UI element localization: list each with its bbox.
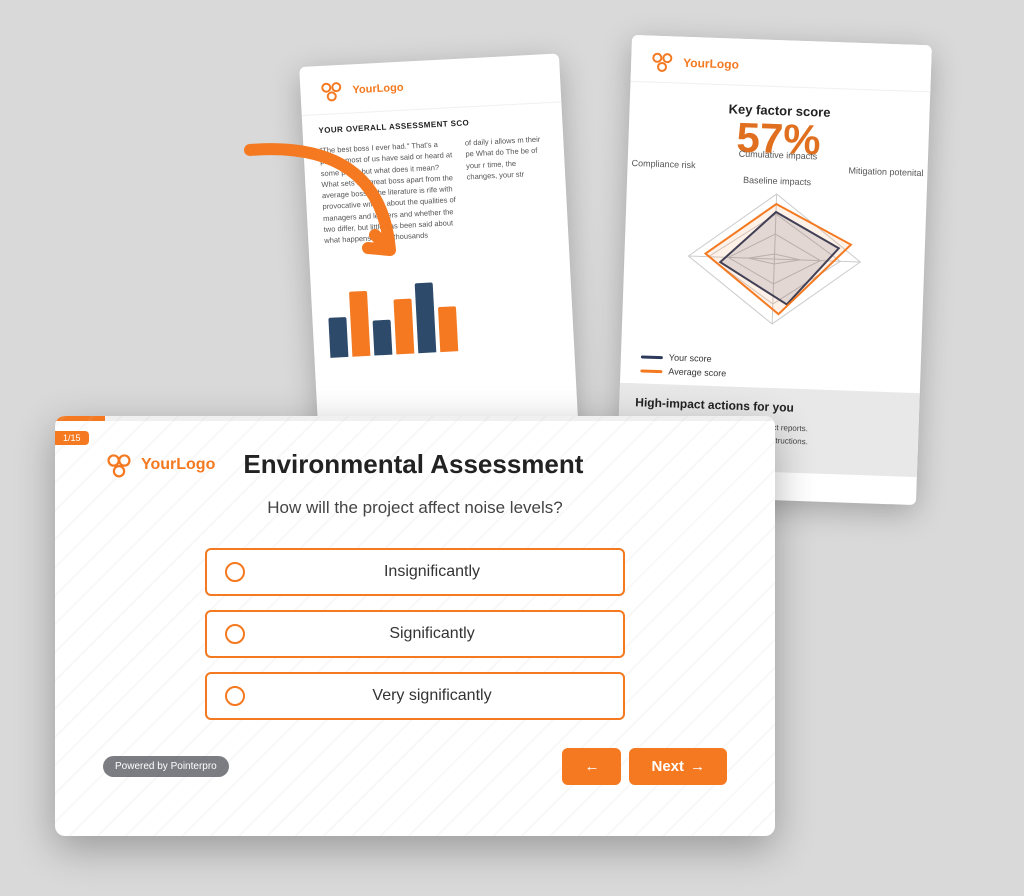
logo-mark: YourLogo (103, 451, 215, 479)
right-card-logo-text: YourLogo (683, 56, 739, 72)
next-button[interactable]: Next → (629, 748, 727, 785)
legend-avg-score-line (640, 369, 662, 373)
option-3-label: Very significantly (259, 687, 605, 705)
scene: YourLogo YOUR OVERALL ASSESSMENT SCO "Th… (0, 0, 1024, 896)
option-3[interactable]: Very significantly (205, 672, 625, 720)
chart-bar (393, 299, 414, 355)
quiz-logo-text: YourLogo (141, 456, 215, 474)
next-button-arrow: → (690, 758, 705, 775)
option-3-radio (225, 686, 245, 706)
left-card-logo-text: YourLogo (352, 82, 404, 97)
quiz-title: Environmental Assessment (243, 449, 583, 480)
option-2[interactable]: Significantly (205, 610, 625, 658)
chart-bar (415, 283, 437, 354)
option-2-label: Significantly (259, 625, 605, 643)
legend-avg-score-label: Average score (668, 366, 726, 378)
quiz-card: 1/15 YourLogo Environmental Assessment (55, 416, 775, 836)
radar-label-left: Compliance risk (631, 158, 695, 170)
chart-bar (438, 306, 458, 352)
option-1-label: Insignificantly (259, 563, 605, 581)
step-badge: 1/15 (55, 431, 89, 445)
option-1[interactable]: Insignificantly (205, 548, 625, 596)
next-button-label: Next (651, 758, 684, 775)
quiz-inner: 1/15 YourLogo Environmental Assessment (55, 421, 775, 809)
radar-svg (637, 169, 911, 348)
powered-by-label: Powered by Pointerpro (103, 756, 229, 777)
chart-bar (328, 317, 348, 358)
prev-button[interactable]: ← (562, 748, 621, 785)
legend-your-score-label: Your score (669, 352, 712, 363)
quiz-footer: Powered by Pointerpro ← Next → (103, 748, 727, 785)
arrow-graphic (220, 130, 420, 290)
nav-buttons: ← Next → (562, 748, 727, 785)
option-2-radio (225, 624, 245, 644)
legend-your-score-line (641, 355, 663, 359)
right-card-logo-icon (647, 49, 678, 74)
left-card-logo-icon (316, 79, 347, 105)
option-1-radio (225, 562, 245, 582)
quiz-question: How will the project affect noise levels… (103, 498, 727, 518)
chart-bar (349, 291, 370, 357)
quiz-header-row: YourLogo Environmental Assessment (103, 449, 727, 480)
left-card-body-col2: of daily i allows m their pe What do The… (465, 133, 553, 238)
quiz-logo-icon (103, 451, 135, 479)
chart-bar (373, 320, 393, 356)
radar-chart: Baseline impacts Compliance risk Mitigat… (621, 163, 927, 353)
options-list: Insignificantly Significantly Very signi… (205, 548, 625, 720)
